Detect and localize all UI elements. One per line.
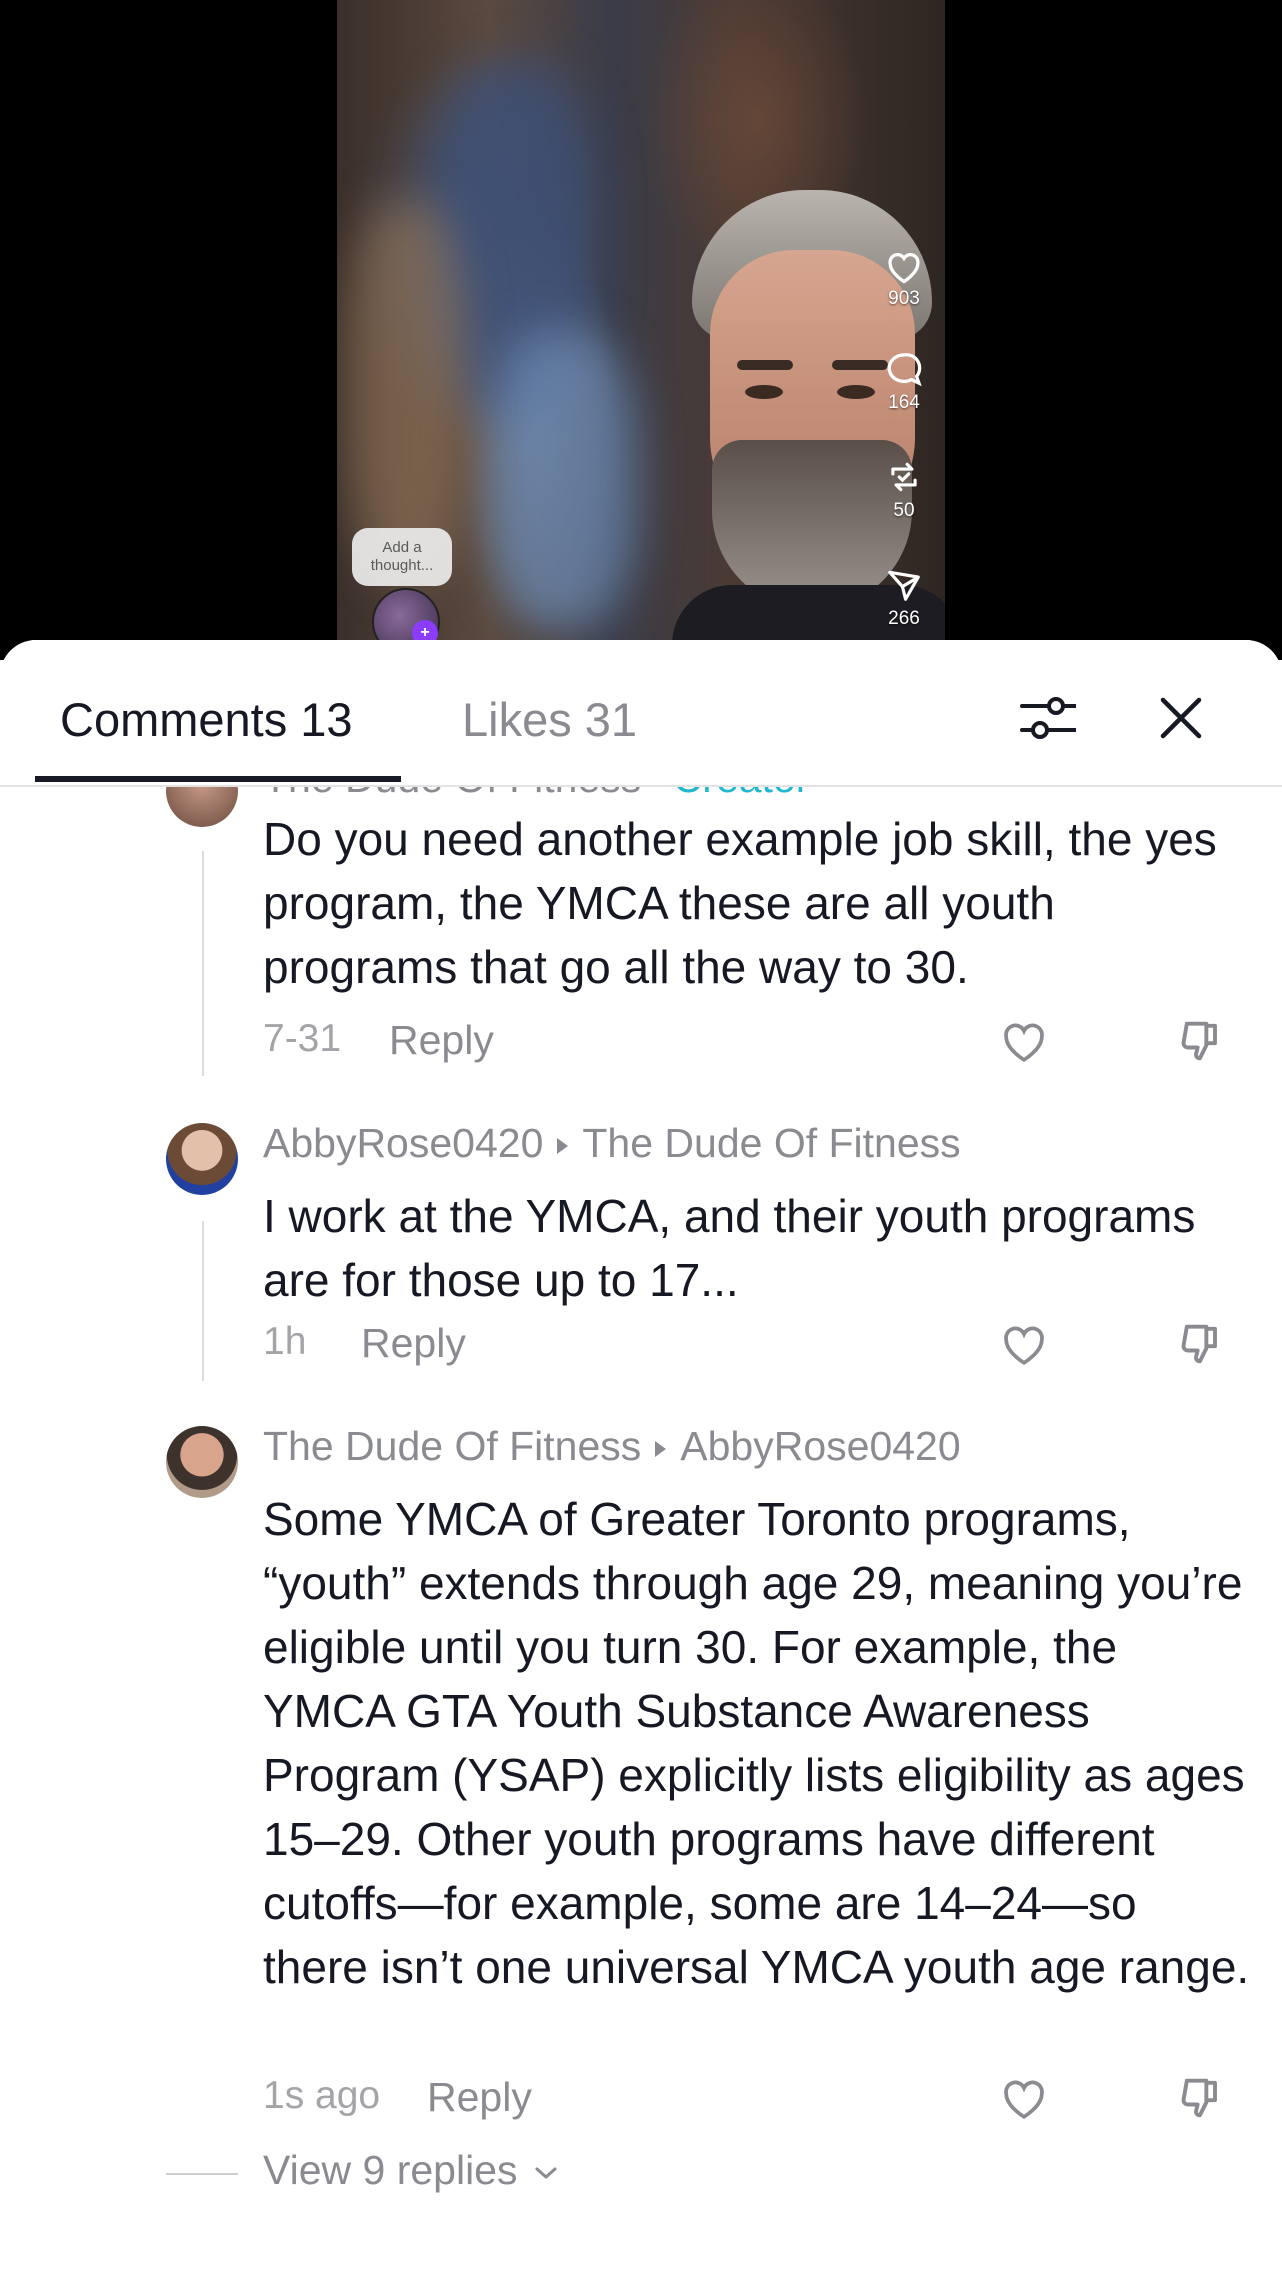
thread-line [202, 1221, 204, 1381]
tab-likes[interactable]: Likes 31 [462, 692, 637, 747]
dislike-icon [1181, 1324, 1217, 1364]
comment-time: 7-31 [263, 1017, 342, 1060]
reply-button[interactable]: Reply [427, 2074, 532, 2121]
avatar[interactable] [166, 1123, 238, 1195]
share-action[interactable]: 266 [868, 566, 940, 630]
view-replies-button[interactable]: View 9 replies [263, 2147, 559, 2194]
heart-icon [1004, 1023, 1044, 1063]
chevron-down-icon [535, 2167, 557, 2179]
heart-icon [1004, 2080, 1044, 2120]
comment-time: 1h [263, 1320, 307, 1363]
filter-button[interactable] [1012, 682, 1084, 754]
avatar[interactable] [166, 785, 238, 827]
heart-icon [888, 253, 920, 284]
reply-button[interactable]: Reply [361, 1320, 466, 1367]
like-comment-button[interactable] [994, 2068, 1054, 2128]
comment-action[interactable]: 164 [868, 350, 940, 414]
share-icon [888, 570, 920, 601]
background-figure [487, 330, 637, 630]
likes-count: 903 [888, 288, 920, 309]
comments-count: 164 [888, 392, 920, 413]
dislike-comment-button[interactable] [1172, 2068, 1232, 2128]
thread-line [202, 851, 204, 1076]
comment-text: I work at the YMCA, and their youth prog… [263, 1190, 1196, 1306]
comment-icon [887, 353, 922, 387]
comment-username[interactable]: The Dude Of Fitness AbbyRose0420 [263, 1423, 961, 1470]
reposts-count: 50 [893, 500, 915, 521]
like-comment-button[interactable] [994, 1011, 1054, 1071]
username-text[interactable]: The Dude Of Fitness [263, 785, 641, 801]
tab-comments[interactable]: Comments 13 [60, 692, 353, 747]
add-thought-bubble[interactable]: Add a thought... [352, 528, 452, 586]
view-replies-divider [166, 2173, 238, 2175]
close-button[interactable] [1145, 682, 1217, 754]
reply-arrow-icon [557, 1138, 569, 1155]
shares-count: 266 [888, 608, 920, 629]
like-comment-button[interactable] [994, 1314, 1054, 1374]
heart-icon [1004, 1326, 1044, 1366]
sheet-tabs: Comments 13 Likes 31 [0, 640, 1282, 787]
filter-sliders-icon [1020, 697, 1076, 739]
comment-list[interactable]: The Dude Of Fitness Creator Do you need … [0, 785, 1282, 2282]
dislike-icon [1181, 2078, 1217, 2118]
view-replies-label[interactable]: View 9 replies [263, 2147, 518, 2193]
repost-action[interactable]: 50 [868, 458, 940, 522]
reply-to-username[interactable]: The Dude Of Fitness [582, 1120, 960, 1166]
comment-username[interactable]: The Dude Of Fitness Creator [263, 785, 809, 802]
comment-time: 1s ago [263, 2074, 381, 2117]
repost-icon [891, 462, 917, 492]
dislike-icon [1181, 1021, 1217, 1061]
comment-username[interactable]: AbbyRose0420 The Dude Of Fitness [263, 1120, 961, 1167]
avatar[interactable] [166, 1426, 238, 1498]
background-figure [347, 200, 467, 580]
reply-to-username[interactable]: AbbyRose0420 [680, 1423, 960, 1469]
active-tab-indicator [35, 776, 401, 782]
username-text[interactable]: The Dude Of Fitness [263, 1423, 641, 1469]
creator-tag: Creator [673, 785, 810, 801]
reply-button[interactable]: Reply [389, 1017, 494, 1064]
username-text[interactable]: AbbyRose0420 [263, 1120, 543, 1166]
video-area: 903 164 50 266 Add a thought... + [0, 0, 1282, 660]
close-icon [1160, 697, 1202, 739]
like-action[interactable]: 903 [868, 248, 940, 310]
dislike-comment-button[interactable] [1172, 1011, 1232, 1071]
comments-sheet: Comments 13 Likes 31 The Dude Of Fitness… [0, 640, 1282, 2282]
comment-text: Some YMCA of Greater Toronto programs, “… [263, 1493, 1250, 1993]
comment-text: Do you need another example job skill, t… [263, 813, 1217, 993]
dislike-comment-button[interactable] [1172, 1314, 1232, 1374]
reply-arrow-icon [655, 1441, 667, 1458]
